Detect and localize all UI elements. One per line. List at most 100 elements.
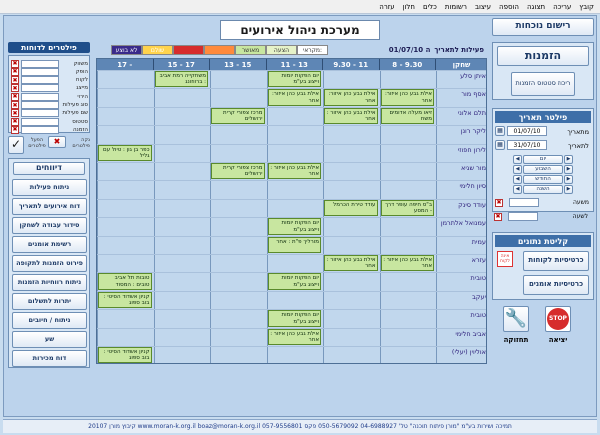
row-label[interactable]: יעקב [436,293,486,301]
report-button[interactable]: ניתוח רווחיות הזמנות [12,274,87,291]
row-label[interactable]: אסף מור [436,90,486,98]
row-label[interactable]: עזרא [436,256,486,264]
filter-input[interactable] [21,125,59,134]
row-label[interactable]: טובית [436,311,486,319]
menu-item[interactable]: חלון [403,3,415,11]
to-calendar-button[interactable]: ▦ [495,140,505,150]
event-block[interactable]: אילת גבע כהן איזור: אחר [324,89,378,106]
event-block[interactable]: משחקייה רמת אביב : ברווזונג [154,71,208,88]
menu-item[interactable]: תצוגה [527,3,545,11]
maintenance-button[interactable]: 🔧 [503,306,529,332]
row-label[interactable]: איתן סלע [436,72,486,80]
filter-input[interactable] [21,101,59,109]
clear-icon[interactable]: ✖ [11,92,19,101]
event-block[interactable]: ב"ס חיפה עופר דרך - המסע [380,199,434,217]
clear-icon[interactable]: ✖ [11,59,19,68]
prev-period-button[interactable]: ◀ [513,185,522,194]
filter-input[interactable] [21,109,59,118]
prev-period-button[interactable]: ◀ [513,155,522,164]
event-block[interactable]: אילת גבע כהן איזור: אחר [267,89,321,106]
menu-item[interactable]: הוספה [499,3,519,11]
clear-icon[interactable]: ✖ [11,76,19,85]
artist-cards-button[interactable]: כרטיסיות אומנים [523,275,589,295]
row-label[interactable]: טובית [436,274,486,282]
event-block[interactable]: אילת גבע כהן איזור : אחר [267,163,321,180]
event-block[interactable]: מרכז צפורי קרית ירושלים [211,163,265,180]
report-button[interactable]: שע [12,331,87,348]
exit-button[interactable]: STOP [545,306,571,332]
event-block[interactable]: זיאו מעלה אדומים משח [380,107,434,125]
report-button[interactable]: רשימת אומנים [12,236,87,253]
row-label[interactable]: אביב חלימי [436,330,486,338]
menu-item[interactable]: קובץ [579,3,594,11]
event-block[interactable]: אילת גבע כהן איזור : אחר [267,328,321,345]
bookings-title-button[interactable]: הזמנות [497,46,589,66]
clear-icon[interactable]: ✖ [11,101,19,109]
report-button[interactable]: דוח מכירות [12,350,87,367]
row-label[interactable]: עמית [436,238,486,246]
event-block[interactable]: אילת גבע כהן איזור : אחר [324,107,378,125]
period-button[interactable]: יום [523,155,563,164]
filter-input[interactable] [21,92,59,101]
report-button[interactable]: ניתוח פעילות [12,179,87,196]
report-button[interactable]: סידור עבודה לשחקן [12,217,87,234]
clear-icon[interactable]: ✖ [11,125,19,134]
new-client-badge[interactable]: אינה לקוח [497,251,513,267]
clear-icon[interactable]: ✖ [11,117,19,126]
period-button[interactable]: השבוע [523,165,563,174]
event-block[interactable]: יום הפקות יומות וייצוג בע"מ [267,71,321,88]
event-block[interactable]: מורליך פ"ת : אחר [267,236,321,253]
next-period-button[interactable]: ▶ [564,185,573,194]
menu-item[interactable]: כלים [423,3,437,11]
clear-filters-button[interactable]: ✖ [48,136,66,148]
next-period-button[interactable]: ▶ [564,175,573,184]
menu-item[interactable]: עריכה [553,3,571,11]
event-block[interactable]: קניון אשדוד הסיטי : בוב ספוג [98,347,152,363]
from-hour-input[interactable] [509,198,539,207]
event-block[interactable]: טובות תל אביב טובים : המסוד [98,273,152,290]
period-button[interactable]: השנה [523,185,563,194]
event-block[interactable]: יום הפקות יומות וייצוג בע"מ [267,218,321,235]
clear-icon[interactable]: ✖ [11,67,19,76]
row-label[interactable]: עודד סינק [436,201,486,209]
filter-input[interactable] [21,67,59,76]
apply-filters-button[interactable]: ✓ [8,136,24,154]
row-label[interactable]: מור שגיא [436,164,486,172]
clear-icon[interactable]: ✖ [11,84,19,93]
next-period-button[interactable]: ▶ [564,155,573,164]
event-block[interactable]: אילת גבע כהן איזור : אחר [380,255,434,272]
prev-period-button[interactable]: ◀ [513,175,522,184]
row-label[interactable]: אוליוין (יעלי) [436,348,486,356]
event-block[interactable]: מרכז צפורי קרית ירושלים [211,107,265,125]
filter-input[interactable] [21,84,59,93]
event-block[interactable]: קניון אשדוד הסיטי : בוב ספוג [98,291,152,309]
event-block[interactable]: עודד טירת הכרמל [324,199,378,217]
period-button[interactable]: החודש [523,175,563,184]
row-label[interactable]: תלם אלוני [436,109,486,117]
row-label[interactable]: ליקר רונן [436,127,486,135]
event-block[interactable]: יום הפקות יומות וייצוג בע"מ [267,273,321,290]
filter-input[interactable] [21,117,59,126]
next-period-button[interactable]: ▶ [564,165,573,174]
to-hour-input[interactable] [508,212,538,221]
row-label[interactable]: עמנואל אלתרמן [436,219,486,227]
report-button[interactable]: פירוט הזמנות לתקופה [12,255,87,272]
prev-period-button[interactable]: ◀ [513,165,522,174]
report-button[interactable]: דוח אירועים לתאריך [12,198,87,215]
filter-input[interactable] [21,59,59,68]
row-label[interactable]: לירון חפוזי [436,146,486,154]
menu-item[interactable]: רשומות [445,3,467,11]
client-cards-button[interactable]: כרטיסיות לקוחות [523,251,589,271]
from-date-input[interactable]: 01/07/10 [507,126,547,136]
clear-icon[interactable]: ✖ [494,212,502,221]
report-button[interactable]: ניתוח / חיובים [12,312,87,329]
to-date-input[interactable]: 31/07/10 [507,140,547,150]
event-block[interactable]: אילת גבע כהן איזור: אחר [380,89,434,106]
attendance-button[interactable]: רישום נוכחות [492,18,594,36]
clear-icon[interactable]: ✖ [495,198,503,207]
event-block[interactable]: כפר בן גון : טיול עם גליל [98,144,152,161]
clear-icon[interactable]: ✖ [11,109,19,118]
event-block[interactable]: אילת גבע כהן איזור : אחר [324,255,378,272]
status-summary-button[interactable]: ריכוז סטטוס הזמנות [511,72,575,96]
filter-input[interactable] [21,76,59,85]
